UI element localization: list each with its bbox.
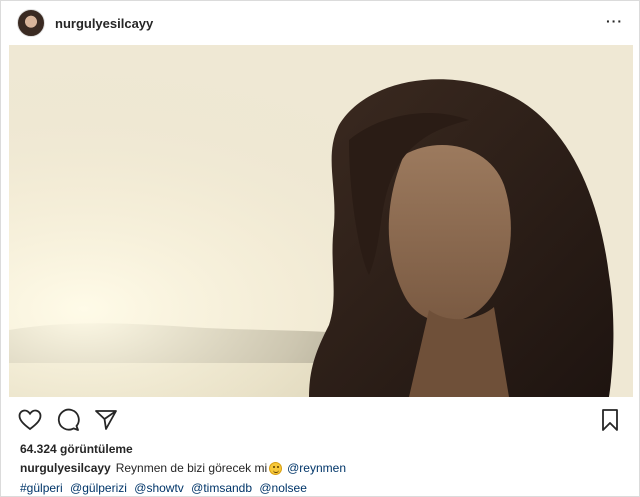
video-frame-icon bbox=[9, 45, 633, 397]
post-username[interactable]: nurgulyesilcayy bbox=[55, 16, 153, 31]
caption-mention[interactable]: @reynmen bbox=[287, 461, 346, 475]
tag-link[interactable]: @nolsee bbox=[259, 481, 307, 495]
post-header: nurgulyesilcayy ··· bbox=[1, 1, 639, 45]
profile-avatar[interactable] bbox=[17, 9, 45, 37]
heart-icon[interactable] bbox=[17, 407, 43, 433]
tag-link[interactable]: @gülperizi bbox=[70, 481, 127, 495]
post-actions bbox=[1, 403, 639, 437]
view-count: 64.324 görüntüleme bbox=[20, 442, 133, 456]
tag-link[interactable]: #gülperi bbox=[20, 481, 63, 495]
comment-icon[interactable] bbox=[55, 407, 81, 433]
post-caption: nurgulyesilcayy Reynmen de bizi görecek … bbox=[20, 461, 346, 475]
smile-emoji-icon bbox=[269, 461, 283, 475]
more-options-icon[interactable]: ··· bbox=[606, 13, 623, 29]
tag-link[interactable]: @timsandb bbox=[191, 481, 252, 495]
instagram-post: nurgulyesilcayy ··· 64.324 görüntüleme n… bbox=[0, 0, 640, 497]
caption-tags: #gülperi @gülperizi @showtv @timsandb @n… bbox=[20, 481, 311, 495]
send-icon[interactable] bbox=[93, 407, 119, 433]
caption-text: Reynmen de bizi görecek mi bbox=[115, 461, 268, 475]
tag-link[interactable]: @showtv bbox=[134, 481, 184, 495]
post-media[interactable] bbox=[9, 45, 633, 397]
bookmark-icon[interactable] bbox=[597, 407, 623, 433]
caption-username[interactable]: nurgulyesilcayy bbox=[20, 461, 111, 475]
